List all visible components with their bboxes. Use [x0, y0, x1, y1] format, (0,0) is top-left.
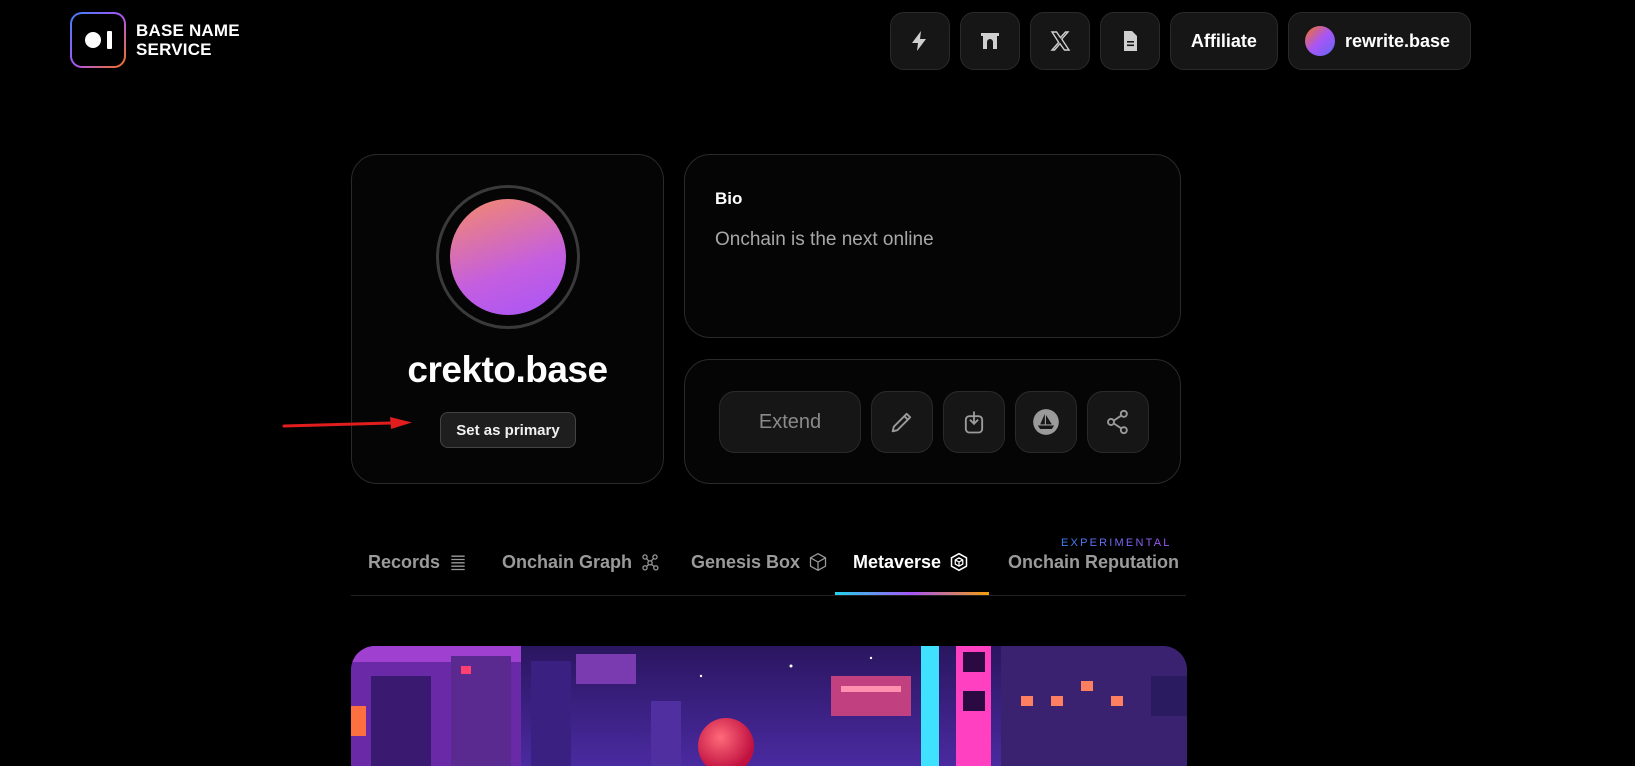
opensea-button[interactable]: [1015, 391, 1077, 453]
edit-button[interactable]: [871, 391, 933, 453]
set-primary-button[interactable]: Set as primary: [440, 412, 576, 448]
docs-button[interactable]: [1099, 12, 1160, 70]
profile-avatar-ring: [436, 185, 580, 329]
graph-icon: [642, 554, 659, 571]
active-tab-indicator: [835, 592, 989, 595]
account-button[interactable]: rewrite.base: [1287, 12, 1471, 70]
profile-name: crekto.base: [407, 349, 608, 390]
metaverse-banner-image: [351, 646, 1187, 766]
gate-button[interactable]: [959, 12, 1020, 70]
bio-card: Bio Onchain is the next online: [684, 154, 1181, 338]
download-icon: [964, 411, 984, 434]
profile-avatar: [450, 199, 566, 315]
list-icon: [451, 555, 465, 571]
share-button[interactable]: [1087, 391, 1149, 453]
bio-text: Onchain is the next online: [715, 229, 934, 250]
x-button[interactable]: [1029, 12, 1090, 70]
top-nav: Affiliate rewrite.base: [889, 12, 1471, 70]
account-avatar: [1304, 26, 1335, 56]
box-icon: [809, 553, 827, 571]
bio-title: Bio: [715, 189, 743, 208]
document-icon: [1123, 31, 1137, 51]
tab-genesis-box[interactable]: Genesis Box: [691, 552, 828, 595]
account-name: rewrite.base: [1344, 30, 1450, 51]
lightning-button[interactable]: [889, 12, 950, 70]
logo-mark-icon: [70, 12, 126, 68]
hexagon-cube-icon: [950, 552, 968, 572]
profile-tabs: Records Onchain Graph Genesis Box Metave…: [351, 520, 1186, 596]
share-icon: [1107, 409, 1128, 435]
actions-card: Extend: [684, 359, 1181, 484]
brand-name: BASE NAME SERVICE: [136, 21, 240, 59]
experimental-badge: EXPERIMENTAL: [1061, 537, 1172, 549]
tab-onchain-graph[interactable]: Onchain Graph: [502, 552, 660, 595]
x-icon: [1050, 31, 1071, 51]
tab-records[interactable]: Records: [368, 552, 468, 595]
lightning-icon: [911, 31, 926, 51]
affiliate-button[interactable]: Affiliate: [1169, 12, 1278, 70]
pencil-icon: [891, 412, 912, 433]
tab-metaverse[interactable]: Metaverse: [853, 552, 969, 595]
download-button[interactable]: [943, 391, 1005, 453]
extend-button[interactable]: Extend: [719, 391, 861, 453]
annotation-arrow-icon: [282, 417, 412, 429]
brand-logo[interactable]: BASE NAME SERVICE: [70, 12, 240, 68]
opensea-icon: [1033, 409, 1059, 435]
tab-onchain-reputation[interactable]: Onchain Reputation: [1008, 552, 1179, 595]
gate-icon: [980, 33, 999, 49]
